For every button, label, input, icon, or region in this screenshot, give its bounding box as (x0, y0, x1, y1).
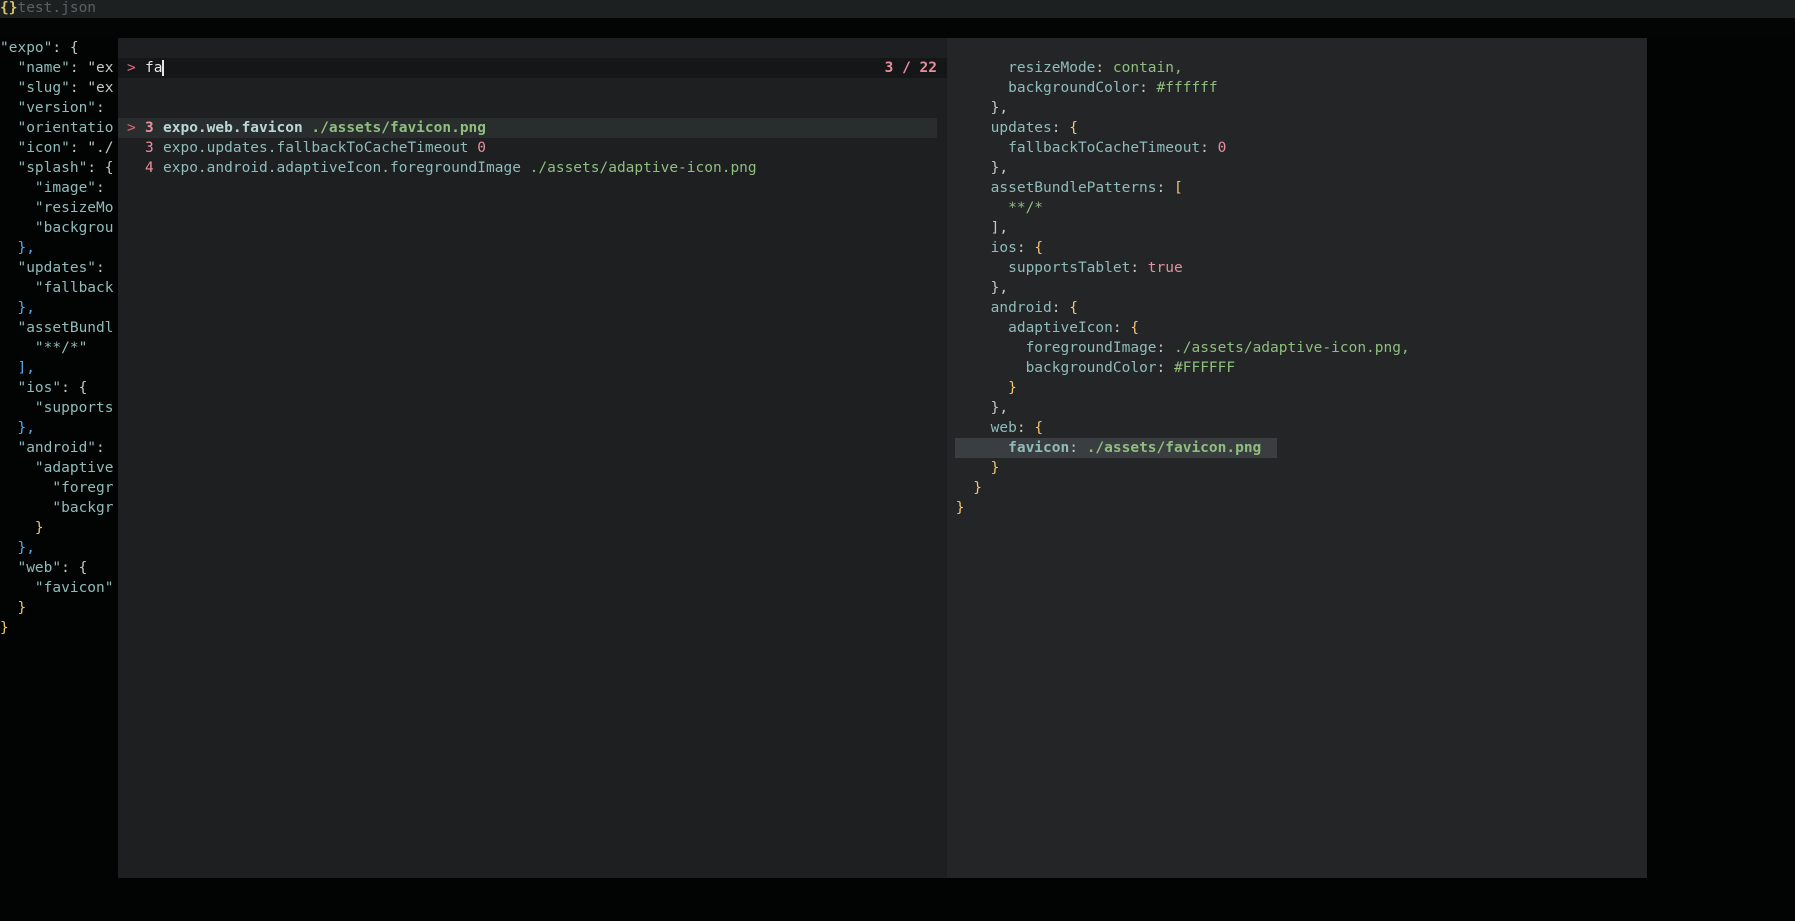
preview-line: updates: { (990, 120, 1078, 136)
preview-line: supportsTablet: true (1008, 260, 1183, 276)
editor-line: }, (17, 540, 35, 556)
editor-line: }, (17, 420, 35, 436)
editor-line: "web": { (17, 560, 88, 576)
preview-pane: resizeMode: contain, backgroundColor: #f… (947, 38, 1647, 878)
preview-line: }, (990, 160, 1009, 176)
palette-result-item[interactable]: 3 expo.updates.fallbackToCacheTimeout 0 (118, 138, 937, 158)
preview-line: android: { (990, 300, 1078, 316)
preview-highlighted-line: favicon: ./assets/favicon.png (947, 438, 1647, 458)
palette-prompt-row: > fa 3 / 22 (118, 58, 947, 78)
selection-marker-icon: > (127, 120, 136, 136)
editor-line: "android": (17, 440, 105, 456)
palette-result-item[interactable]: 4 expo.android.adaptiveIcon.foregroundIma… (118, 158, 937, 178)
json-editor[interactable]: "expo": { "name": "ex "slug": "ex "versi… (0, 38, 118, 638)
preview-line: } (990, 460, 1000, 476)
result-path: expo.android.adaptiveIcon.foregroundImag… (163, 160, 521, 176)
editor-line: }, (17, 300, 35, 316)
editor-line: "**/*" (34, 340, 88, 356)
result-path: expo.web.favicon (163, 120, 303, 136)
editor-line: "adaptive (34, 460, 114, 476)
tab-bar: {}test.json (0, 0, 1795, 18)
palette-results-list: >3 expo.web.favicon ./assets/favicon.png 3… (118, 118, 937, 178)
match-counter: 3 / 22 (884, 60, 937, 76)
editor-line: "updates": (17, 260, 105, 276)
preview-line: }, (990, 100, 1009, 116)
editor-line: "icon": "./ (17, 140, 114, 156)
editor-line: } (0, 620, 9, 636)
palette-result-item[interactable]: >3 expo.web.favicon ./assets/favicon.png (118, 118, 937, 138)
editor-line: "ios": { (17, 380, 88, 396)
tab-label: test.json (17, 0, 97, 16)
result-score: 3 (145, 120, 154, 136)
preview-line: web: { (990, 420, 1044, 436)
jump-to-path-palette: > fa 3 / 22 >3 expo.web.favicon ./assets/… (118, 38, 947, 878)
editor-line: "foregr (52, 480, 114, 496)
result-value: ./assets/favicon.png (311, 120, 487, 136)
editor-line: "image": (34, 180, 105, 196)
editor-line: "backgr (52, 500, 114, 516)
preview-line: adaptiveIcon: { (1008, 320, 1140, 336)
result-score: 4 (145, 160, 154, 176)
preview-line: } (1008, 380, 1017, 396)
preview-line: backgroundColor: #ffffff (1008, 80, 1218, 96)
result-path: expo.updates.fallbackToCacheTimeout (163, 140, 469, 156)
preview-line: }, (990, 280, 1009, 296)
editor-line: } (34, 520, 44, 536)
editor-line: "assetBundl (17, 320, 114, 336)
editor-line: "resizeMo (34, 200, 114, 216)
preview-line: } (955, 500, 965, 516)
editor-line: "splash": { (17, 160, 114, 176)
preview-line: resizeMode: contain, (1008, 60, 1183, 76)
tab-test-json[interactable]: {}test.json (0, 0, 96, 18)
preview-line: assetBundlePatterns: [ (990, 180, 1183, 196)
editor-line: ], (17, 360, 35, 376)
result-score: 3 (145, 140, 154, 156)
preview-line: backgroundColor: #FFFFFF (1025, 360, 1236, 376)
editor-line: "slug": "ex (17, 80, 114, 96)
result-value: ./assets/adaptive-icon.png (529, 160, 757, 176)
json-file-icon: {} (0, 0, 18, 16)
text-cursor (162, 60, 164, 76)
editor-line: "name": "ex (17, 60, 114, 76)
editor-line: "backgrou (34, 220, 114, 236)
preview-line: } (973, 480, 982, 496)
editor-line: "fallback (34, 280, 114, 296)
prompt-caret-icon: > (127, 60, 136, 76)
editor-line: "version": (17, 100, 105, 116)
palette-search-input[interactable]: fa (145, 58, 162, 78)
editor-top-band (0, 18, 1795, 38)
editor-line: }, (17, 240, 35, 256)
editor-line: "expo": { (0, 40, 79, 56)
editor-line: } (17, 600, 27, 616)
preview-line: foregroundImage: ./assets/adaptive-icon.… (1025, 340, 1410, 356)
editor-line: "favicon" (34, 580, 114, 596)
editor-line: "supports (34, 400, 114, 416)
preview-code: resizeMode: contain, backgroundColor: #f… (947, 58, 1647, 518)
preview-line: ], (990, 220, 1009, 236)
preview-line: }, (990, 400, 1009, 416)
preview-line: fallbackToCacheTimeout: 0 (1008, 140, 1227, 156)
preview-line: **/* (1008, 200, 1044, 216)
editor-line: "orientatio (17, 120, 114, 136)
preview-line: ios: { (990, 240, 1044, 256)
result-value: 0 (477, 140, 487, 156)
